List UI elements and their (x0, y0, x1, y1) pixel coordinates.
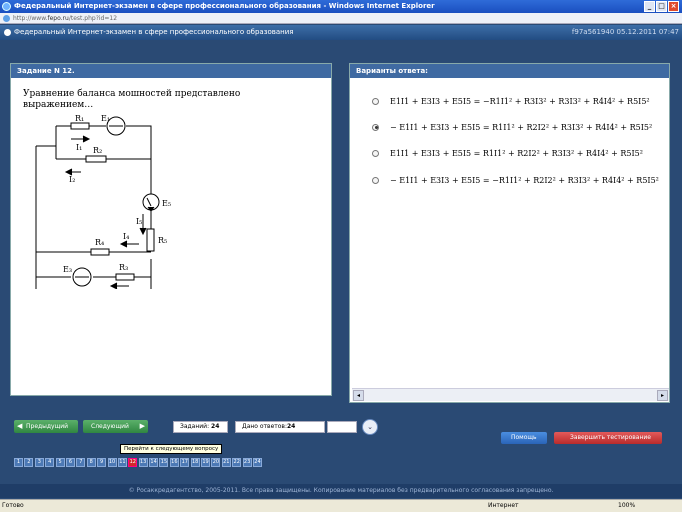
answered-label: Дано ответов: (242, 423, 287, 430)
answer-formula-2: − E1I1 + E3I3 + E5I5 = R1I1² + R2I2² + R… (390, 122, 653, 132)
answered-value: 24 (286, 423, 296, 430)
next-label: Следующий (91, 423, 129, 430)
arrow-right-icon: ▶ (139, 422, 145, 430)
tooltip: Перейти к следующему вопросу (120, 444, 222, 454)
label-r5: R₅ (158, 236, 167, 245)
question-text: Уравнение баланса мошностей представлено… (23, 89, 241, 110)
label-r1: R₁ (75, 114, 84, 123)
page-button-3[interactable]: 3 (34, 458, 44, 467)
answer-formula-3: E1I1 + E3I3 + E5I5 = R1I1² + R2I2² + R3I… (390, 148, 643, 158)
page-navigator: 1 2 3 4 5 6 7 8 9 10 11 12 13 14 15 16 17 18 19 20 21 22 23 24 (14, 458, 263, 468)
answer-option-3[interactable]: E1I1 + E3I3 + E5I5 = R1I1² + R2I2² + R3I… (372, 144, 643, 162)
help-button[interactable]: Помощь (501, 432, 547, 444)
question-panel: Задание N 12. Уравнение баланса мошносте… (10, 63, 332, 396)
label-i2: I₂ (69, 175, 75, 184)
page-button-17[interactable]: 17 (180, 458, 190, 467)
page-button-8[interactable]: 8 (86, 458, 96, 467)
answer-formula-1: E1I1 + E3I3 + E5I5 = −R1I1² + R3I3² + R3… (390, 96, 650, 106)
finish-label: Завершить тестирование (570, 434, 651, 441)
answers-horizontal-scrollbar[interactable]: ◂ ▸ (352, 388, 669, 401)
scroll-right-button[interactable]: ▸ (657, 390, 668, 401)
finish-test-button[interactable]: Завершить тестирование (554, 432, 662, 444)
footer: © Росаккредагентство, 2005-2011. Все пра… (0, 484, 682, 498)
page-button-19[interactable]: 19 (201, 458, 211, 467)
answer-radio-4[interactable] (372, 176, 379, 184)
address-domain: fepo.ru (47, 15, 69, 22)
scroll-left-button[interactable]: ◂ (353, 390, 364, 401)
page-button-9[interactable]: 9 (97, 458, 107, 467)
page-icon (3, 15, 10, 22)
page-button-12[interactable]: 12 (128, 458, 138, 467)
page-button-7[interactable]: 7 (76, 458, 86, 467)
page-button-11[interactable]: 11 (117, 458, 127, 467)
ie-logo-icon (2, 2, 11, 11)
label-i4: I₄ (123, 232, 129, 241)
answer-formula-4: − E1I1 + E3I3 + E5I5 = −R1I1² + R2I2² + … (390, 175, 659, 185)
prev-button[interactable]: ◀ Предыдущий (14, 420, 78, 433)
label-i1: I₁ (76, 143, 82, 152)
tasks-counter: Заданий: 24 (173, 421, 228, 433)
page-button-13[interactable]: 13 (138, 458, 148, 467)
page-button-24[interactable]: 24 (252, 458, 262, 467)
answer-option-4[interactable]: − E1I1 + E3I3 + E5I5 = −R1I1² + R2I2² + … (372, 171, 659, 189)
label-e5: E₅ (162, 199, 171, 208)
blank-box (327, 421, 357, 433)
label-e1: E₁ (101, 114, 110, 123)
status-bar: Готово Интернет 100% (0, 499, 682, 512)
site-title: Федеральный Интернет-экзамен в сфере про… (14, 28, 294, 36)
label-r3: R₃ (119, 263, 128, 272)
address-path: /test.php?id=12 (68, 15, 118, 22)
page-button-6[interactable]: 6 (65, 458, 75, 467)
answer-option-2[interactable]: − E1I1 + E3I3 + E5I5 = R1I1² + R2I2² + R… (372, 118, 652, 136)
arrow-left-icon: ◀ (17, 422, 23, 430)
question-header: Задание N 12. (11, 64, 331, 78)
next-button[interactable]: Следующий ▶ (83, 420, 148, 433)
label-e3: E₃ (63, 265, 72, 274)
prev-label: Предыдущий (26, 423, 69, 430)
site-header: Федеральный Интернет-экзамен в сфере про… (0, 25, 682, 40)
window-titlebar: Федеральный Интернет-экзамен в сфере про… (0, 0, 682, 13)
maximize-button[interactable]: □ (656, 1, 667, 12)
zoom-control[interactable]: 100% (618, 500, 635, 512)
page-button-20[interactable]: 20 (211, 458, 221, 467)
close-button[interactable]: × (668, 1, 679, 12)
answer-radio-1[interactable] (372, 97, 379, 105)
address-prefix: http://www. (13, 15, 48, 22)
minimize-button[interactable]: _ (644, 1, 655, 12)
session-info: f97a561940 05.12.2011 07:47 (571, 28, 679, 36)
page-button-10[interactable]: 10 (107, 458, 117, 467)
zone-indicator: Интернет (488, 502, 519, 509)
page-button-4[interactable]: 4 (45, 458, 55, 467)
page-button-1[interactable]: 1 (14, 458, 23, 467)
chevron-down-icon[interactable]: ⌄ (362, 419, 378, 435)
page-button-21[interactable]: 21 (221, 458, 231, 467)
page-button-14[interactable]: 14 (149, 458, 159, 467)
label-r4: R₄ (95, 238, 104, 247)
answers-panel: Варианты ответа: E1I1 + E3I3 + E5I5 = −R… (349, 63, 670, 403)
label-r2: R₂ (93, 146, 102, 155)
tasks-label: Заданий: (180, 423, 210, 430)
page-button-15[interactable]: 15 (159, 458, 169, 467)
status-text: Готово (2, 502, 24, 509)
answer-radio-3[interactable] (372, 149, 379, 157)
tasks-value: 24 (211, 423, 220, 430)
address-bar[interactable]: http://www.fepo.ru/test.php?id=12 (0, 13, 682, 24)
page-button-2[interactable]: 2 (24, 458, 34, 467)
answer-radio-2[interactable] (372, 123, 379, 131)
help-label: Помощь (511, 434, 537, 441)
page-button-16[interactable]: 16 (169, 458, 179, 467)
answers-header: Варианты ответа: (350, 64, 669, 78)
label-i5: I₅ (136, 217, 142, 226)
answered-counter: Дано ответов:24 (235, 421, 325, 433)
page-button-23[interactable]: 23 (242, 458, 252, 467)
page-button-5[interactable]: 5 (55, 458, 65, 467)
page-button-22[interactable]: 22 (232, 458, 242, 467)
answer-option-1[interactable]: E1I1 + E3I3 + E5I5 = −R1I1² + R3I3² + R3… (372, 92, 650, 110)
window-title: Федеральный Интернет-экзамен в сфере про… (14, 2, 435, 10)
globe-icon (4, 29, 11, 36)
circuit-diagram: R₁ E₁ I₁ R₂ I₂ E₅ I₅ R₅ R₄ I₄ E₃ R₃ I₃ (35, 114, 171, 289)
page-button-18[interactable]: 18 (190, 458, 200, 467)
